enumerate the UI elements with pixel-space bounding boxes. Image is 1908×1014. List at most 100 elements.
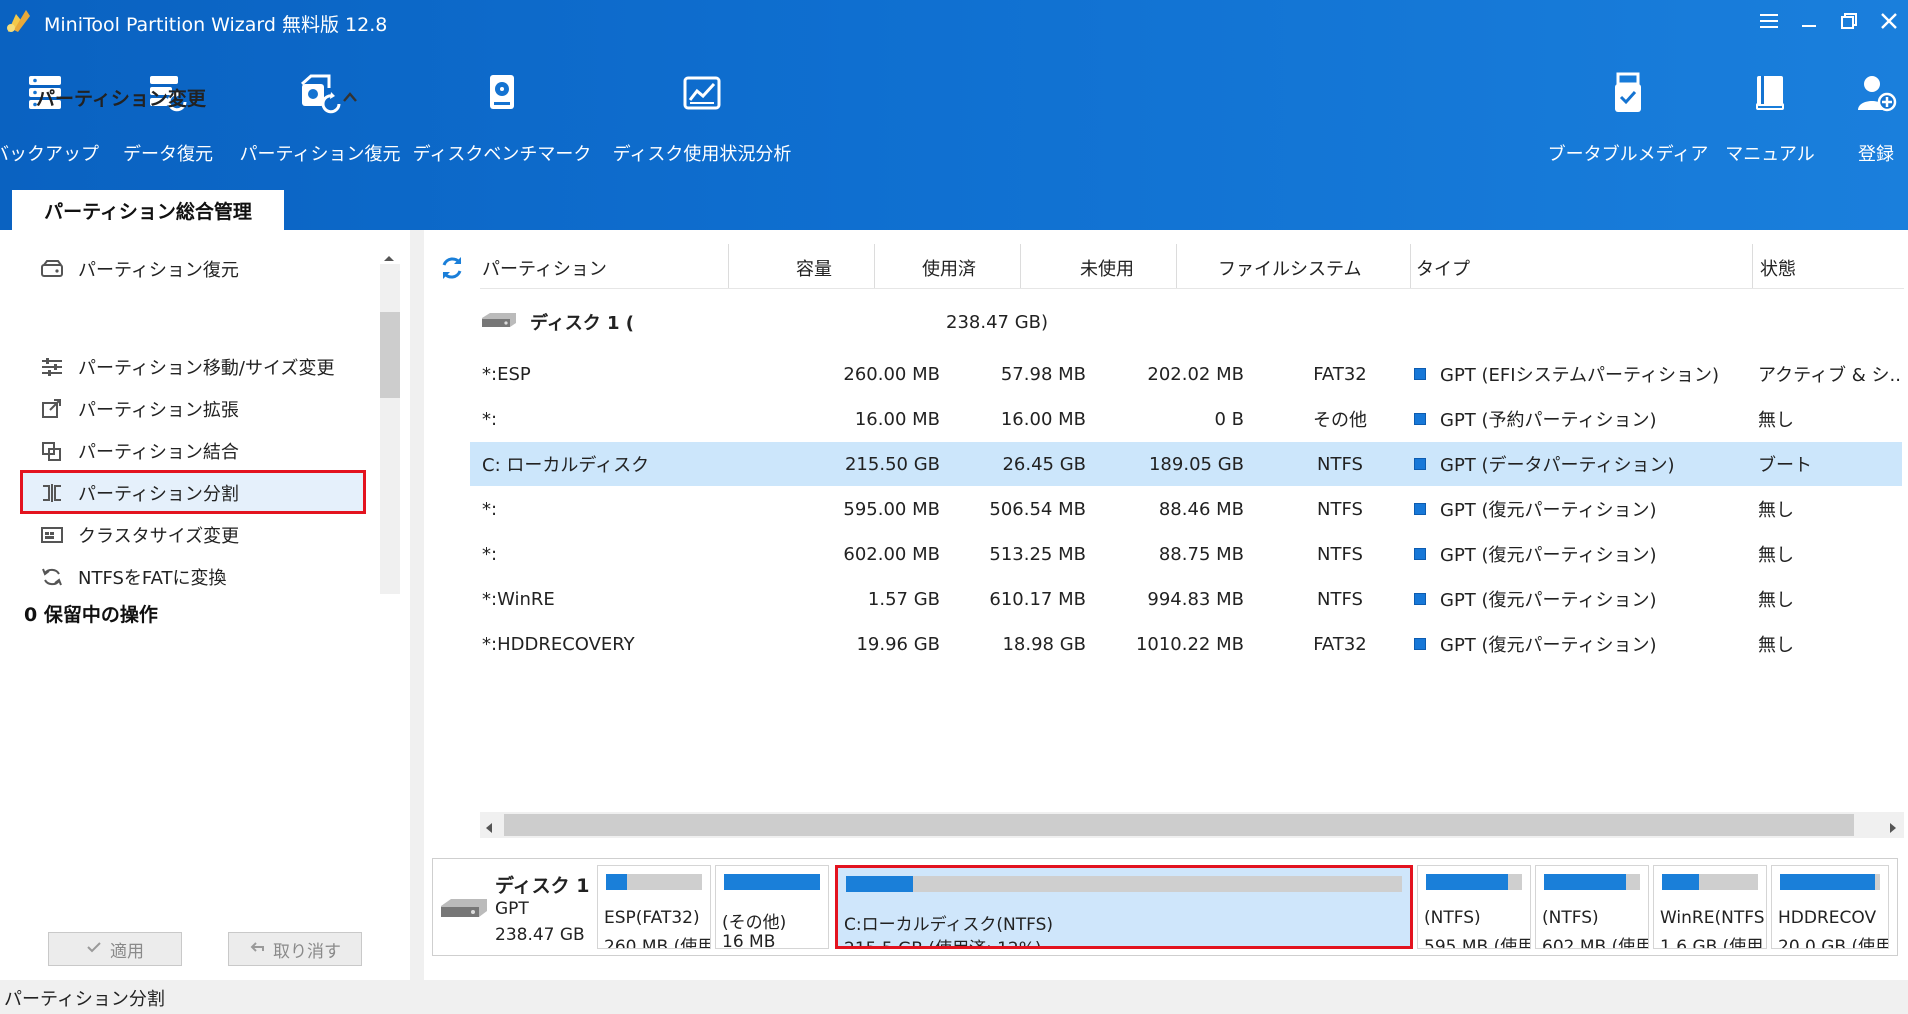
- table-row[interactable]: *: 16.00 MB 16.00 MB 0 B その他 GPT (予約パーティ…: [470, 397, 1902, 441]
- cell-type: GPT (復元パーティション): [1414, 577, 1744, 621]
- partition-size: 20.0 GB (使用: [1778, 937, 1889, 949]
- undo-button[interactable]: 取り消す: [228, 932, 362, 966]
- col-unused[interactable]: 未使用: [1080, 248, 1134, 288]
- column-divider[interactable]: [1752, 244, 1753, 288]
- col-partition[interactable]: パーティション: [482, 248, 607, 288]
- cell-type: GPT (復元パーティション): [1414, 487, 1744, 531]
- column-divider[interactable]: [728, 244, 729, 288]
- disk-map-partition[interactable]: (NTFS) 595 MB (使用: [1417, 865, 1531, 949]
- refresh-icon[interactable]: [438, 254, 466, 286]
- bootable-media-button[interactable]: ブータブルメディア: [1548, 68, 1708, 168]
- partition-size: 260 MB (使用: [604, 937, 711, 949]
- partition-size: 1.6 GB (使用: [1660, 937, 1764, 949]
- cell-unused: 0 B: [1214, 408, 1244, 430]
- usage-bar: [1662, 874, 1758, 890]
- column-divider[interactable]: [874, 244, 875, 288]
- menu-icon[interactable]: [1750, 4, 1788, 38]
- table-row[interactable]: *: 602.00 MB 513.25 MB 88.75 MB NTFS GPT…: [470, 532, 1902, 576]
- sidebar-item-merge[interactable]: パーティション結合: [40, 434, 239, 468]
- sidebar-scrollbar[interactable]: [380, 264, 400, 594]
- disk-map-disk-label[interactable]: ディスク 1 GPT 238.47 GB: [433, 859, 591, 955]
- usage-bar-fill: [724, 874, 820, 890]
- disk-map: ディスク 1 GPT 238.47 GB ESP(FAT32) 260 MB (…: [432, 858, 1898, 956]
- manual-button[interactable]: マニュアル: [1722, 68, 1818, 168]
- disk-map-partition[interactable]: (その他) 16 MB: [715, 865, 829, 949]
- sidebar-item-extend[interactable]: パーティション拡張: [40, 392, 239, 426]
- restore-icon[interactable]: [1830, 4, 1868, 38]
- sidebar-item-move-resize[interactable]: パーティション移動/サイズ変更: [40, 350, 334, 384]
- partition-size: 602 MB (使用: [1542, 937, 1649, 949]
- register-button[interactable]: 登録: [1846, 68, 1906, 168]
- sidebar-item-split[interactable]: パーティション分割: [40, 476, 239, 510]
- usage-bar-fill: [846, 876, 913, 892]
- table-row[interactable]: *: 595.00 MB 506.54 MB 88.46 MB NTFS GPT…: [470, 487, 1902, 531]
- column-divider[interactable]: [1410, 244, 1411, 288]
- sidebar-item-label: クラスタサイズ変更: [78, 526, 240, 547]
- type-color-swatch: [1414, 368, 1426, 380]
- merge-icon: [40, 439, 64, 463]
- usage-bar-fill: [1426, 874, 1508, 890]
- disk-benchmark-button[interactable]: ディスクベンチマーク: [413, 68, 591, 168]
- apply-button[interactable]: 適用: [48, 932, 182, 966]
- scroll-left-icon[interactable]: [484, 819, 494, 838]
- type-color-swatch: [1414, 503, 1426, 515]
- disk-map-partition[interactable]: HDDRECOV 20.0 GB (使用: [1771, 865, 1889, 949]
- column-divider[interactable]: [1176, 244, 1177, 288]
- disk-benchmark-label: ディスクベンチマーク: [412, 144, 592, 165]
- status-text: パーティション分割: [4, 989, 165, 1010]
- table-row[interactable]: *:WinRE 1.57 GB 610.17 MB 994.83 MB NTFS…: [470, 577, 1902, 621]
- cell-partition: C: ローカルディスク: [482, 455, 650, 476]
- sidebar-item-convert[interactable]: NTFSをFATに変換: [40, 560, 227, 594]
- undo-icon: [249, 939, 265, 959]
- sidebar-item-label: パーティション復元: [78, 260, 239, 281]
- cell-type-text: GPT (復元パーティション): [1440, 545, 1657, 566]
- disk-row[interactable]: ディスク 1 ( 238.47 GB): [480, 302, 1048, 342]
- sidebar-item-partition-recovery[interactable]: パーティション復元: [40, 252, 239, 286]
- space-analyzer-button[interactable]: ディスク使用状況分析: [613, 68, 791, 168]
- window-title: MiniTool Partition Wizard 無料版 12.8: [44, 14, 388, 36]
- col-filesystem[interactable]: ファイルシステム: [1218, 248, 1361, 288]
- scroll-right-icon[interactable]: [1888, 819, 1898, 838]
- cell-type-text: GPT (復元パーティション): [1440, 500, 1657, 521]
- disk-map-partition[interactable]: WinRE(NTFS 1.6 GB (使用: [1653, 865, 1767, 949]
- cell-type: GPT (復元パーティション): [1414, 532, 1744, 576]
- sidebar-item-label: NTFSをFATに変換: [78, 568, 227, 589]
- usage-bar: [846, 876, 1402, 892]
- manual-label: マニュアル: [1725, 144, 1815, 165]
- scrollbar-thumb[interactable]: [380, 312, 400, 398]
- column-divider[interactable]: [1020, 244, 1021, 288]
- partition-label: (NTFS): [1424, 908, 1481, 928]
- split-icon: [40, 481, 64, 505]
- hard-disk-icon: [480, 311, 518, 334]
- disk-map-partition[interactable]: (NTFS) 602 MB (使用: [1535, 865, 1649, 949]
- chevron-up-icon[interactable]: [342, 86, 358, 108]
- cell-type-text: GPT (EFIシステムパーティション): [1440, 365, 1719, 386]
- register-label: 登録: [1858, 144, 1894, 165]
- header-bar: MiniTool Partition Wizard 無料版 12.8 バックアッ…: [0, 0, 1908, 230]
- app-logo-icon: [4, 6, 34, 36]
- scrollbar-thumb[interactable]: [504, 814, 1854, 836]
- table-hscrollbar[interactable]: [480, 812, 1904, 838]
- cell-filesystem: NTFS: [1317, 588, 1363, 610]
- tab-partition-management[interactable]: パーティション総合管理: [12, 190, 284, 230]
- col-type[interactable]: タイプ: [1416, 248, 1470, 288]
- undo-label: 取り消す: [273, 941, 341, 962]
- col-used[interactable]: 使用済: [922, 248, 976, 288]
- col-status[interactable]: 状態: [1760, 248, 1796, 288]
- table-row[interactable]: *:ESP 260.00 MB 57.98 MB 202.02 MB FAT32…: [470, 352, 1902, 396]
- disk-map-partition[interactable]: ESP(FAT32) 260 MB (使用: [597, 865, 711, 949]
- cell-unused: 994.83 MB: [1147, 588, 1244, 610]
- sidebar-item-cluster-size[interactable]: クラスタサイズ変更: [40, 518, 239, 552]
- col-capacity[interactable]: 容量: [796, 248, 832, 288]
- cell-status: ブート: [1758, 455, 1812, 476]
- close-icon[interactable]: [1870, 4, 1908, 38]
- sidebar-item-label: パーティション結合: [78, 442, 239, 463]
- partition-recovery-icon: [40, 257, 64, 281]
- minimize-icon[interactable]: [1790, 4, 1828, 38]
- disk-map-partition-selected[interactable]: C:ローカルディスク(NTFS) 215.5 GB (使用済: 12%): [835, 865, 1413, 949]
- table-row-selected[interactable]: C: ローカルディスク 215.50 GB 26.45 GB 189.05 GB…: [470, 442, 1902, 486]
- section-partition-change[interactable]: パーティション変更: [36, 80, 358, 114]
- usage-bar: [1780, 874, 1880, 890]
- partition-recovery-label: パーティション復元: [239, 144, 401, 165]
- table-row[interactable]: *:HDDRECOVERY 19.96 GB 18.98 GB 1010.22 …: [470, 622, 1902, 666]
